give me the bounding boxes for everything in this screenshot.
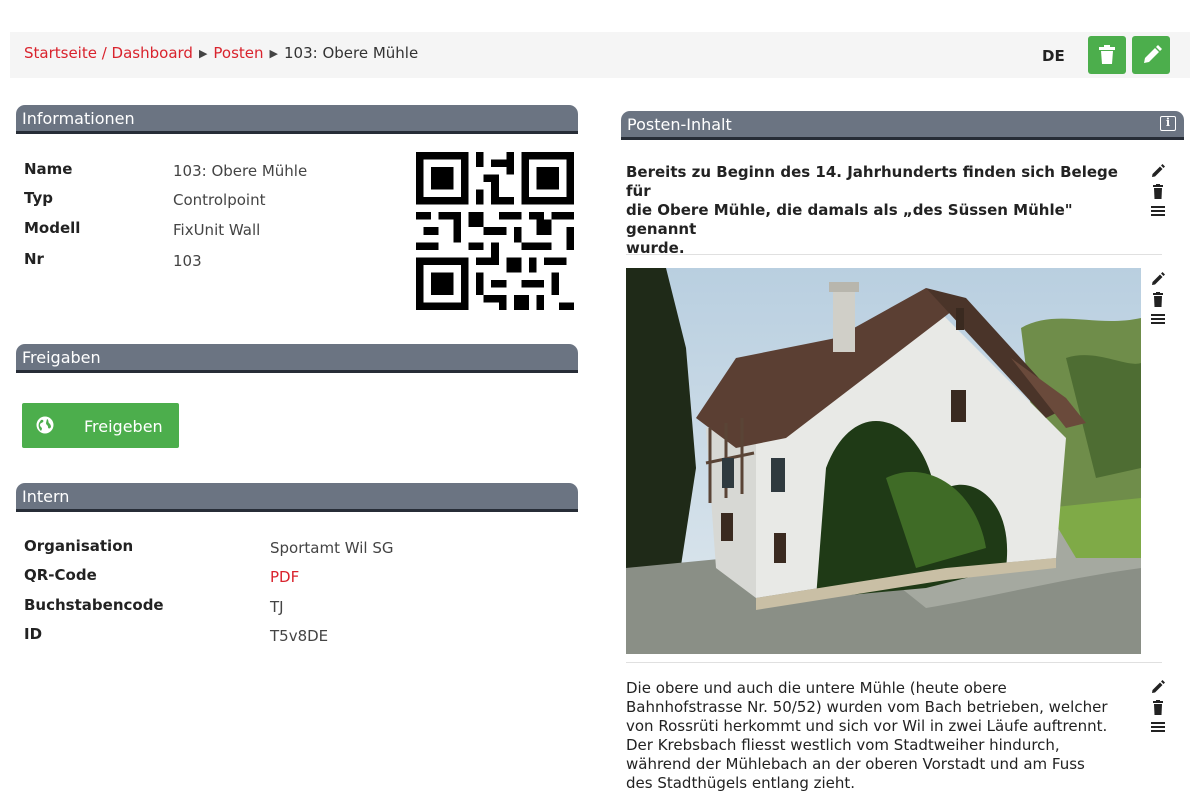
breadcrumb-separator: ▶ [198,47,208,60]
info-label-name: Name [24,160,73,178]
content-line: wurde. [626,239,685,257]
content-block-text-1: Bereits zu Beginn des 14. Jahrhunderts f… [626,163,1146,258]
content-block-tools-3 [1151,680,1169,739]
freigeben-button[interactable]: Freigeben [22,403,179,448]
reorder-icon[interactable] [1151,205,1165,217]
content-line: die Obere Mühle, die damals als „des Süs… [626,201,1073,238]
content-block-tools-2 [1151,272,1169,331]
info-value-name: 103: Obere Mühle [173,162,308,180]
content-line: von Rossrüti herkommt und sich vor Wil i… [626,717,1108,735]
pencil-icon[interactable] [1151,272,1165,286]
intern-label-id: ID [24,625,43,643]
intern-value-organisation: Sportamt Wil SG [270,539,394,557]
intern-value-id: T5v8DE [270,627,329,645]
content-line: Bereits zu Beginn des 14. Jahrhunderts f… [626,163,1118,200]
delete-button[interactable] [1088,36,1126,74]
reorder-icon[interactable] [1151,721,1165,733]
informationen-title: Informationen [22,109,135,128]
informationen-header: Informationen [16,105,578,134]
reorder-icon[interactable] [1151,313,1165,325]
trash-icon[interactable] [1151,700,1165,715]
trash-icon[interactable] [1151,184,1165,199]
content-block-text-3: Die obere und auch die untere Mühle (heu… [626,679,1146,793]
freigaben-header: Freigaben [16,344,578,373]
trash-icon[interactable] [1151,292,1165,307]
divider [626,254,1162,255]
pencil-icon [1144,45,1162,63]
intern-label-qr-code: QR-Code [24,566,97,584]
info-label-nr: Nr [24,250,44,268]
info-icon[interactable]: i [1160,116,1176,131]
breadcrumb-separator: ▶ [269,47,278,60]
breadcrumb-home-link[interactable]: Startseite / Dashboard [24,44,193,62]
intern-title: Intern [22,487,70,506]
content-line: des Stadthügels entlang zieht. [626,774,856,792]
qr-code-image [416,152,574,310]
qr-code-pdf-link[interactable]: PDF [270,568,299,586]
info-value-nr: 103 [173,252,202,270]
content-line: Bahnhofstrasse Nr. 50/52) wurden vom Bac… [626,698,1108,716]
pencil-icon[interactable] [1151,680,1165,694]
posten-inhalt-title: Posten-Inhalt [627,115,732,134]
info-value-typ: Controlpoint [173,191,266,209]
globe-icon [36,416,54,434]
intern-label-buchstabencode: Buchstabencode [24,596,164,614]
pencil-icon[interactable] [1151,164,1165,178]
freigeben-button-label: Freigeben [84,417,163,436]
edit-button[interactable] [1132,36,1170,74]
info-value-modell: FixUnit Wall [173,221,261,239]
content-line: während der Mühlebach an der oberen Vors… [626,755,1085,773]
content-block-tools-1 [1151,164,1169,223]
breadcrumb-current: 103: Obere Mühle [284,44,419,62]
content-line: Der Krebsbach fliesst westlich vom Stadt… [626,736,1060,754]
divider [626,662,1162,663]
trash-icon [1099,45,1115,64]
posten-inhalt-header: Posten-Inhalt i [621,111,1184,140]
breadcrumb: Startseite / Dashboard ▶ Posten ▶ 103: Obere… [24,44,418,62]
content-line: Die obere und auch die untere Mühle (heu… [626,679,1007,697]
info-label-modell: Modell [24,219,81,237]
info-label-typ: Typ [24,189,53,207]
intern-label-organisation: Organisation [24,537,134,555]
content-image-mill-photo [626,268,1141,654]
intern-value-buchstabencode: TJ [270,598,284,616]
freigaben-title: Freigaben [22,348,101,367]
top-bar: Startseite / Dashboard ▶ Posten ▶ 103: Obere… [10,32,1190,78]
breadcrumb-posten-link[interactable]: Posten [213,44,263,62]
intern-header: Intern [16,483,578,512]
language-selector[interactable]: DE [1042,47,1065,65]
